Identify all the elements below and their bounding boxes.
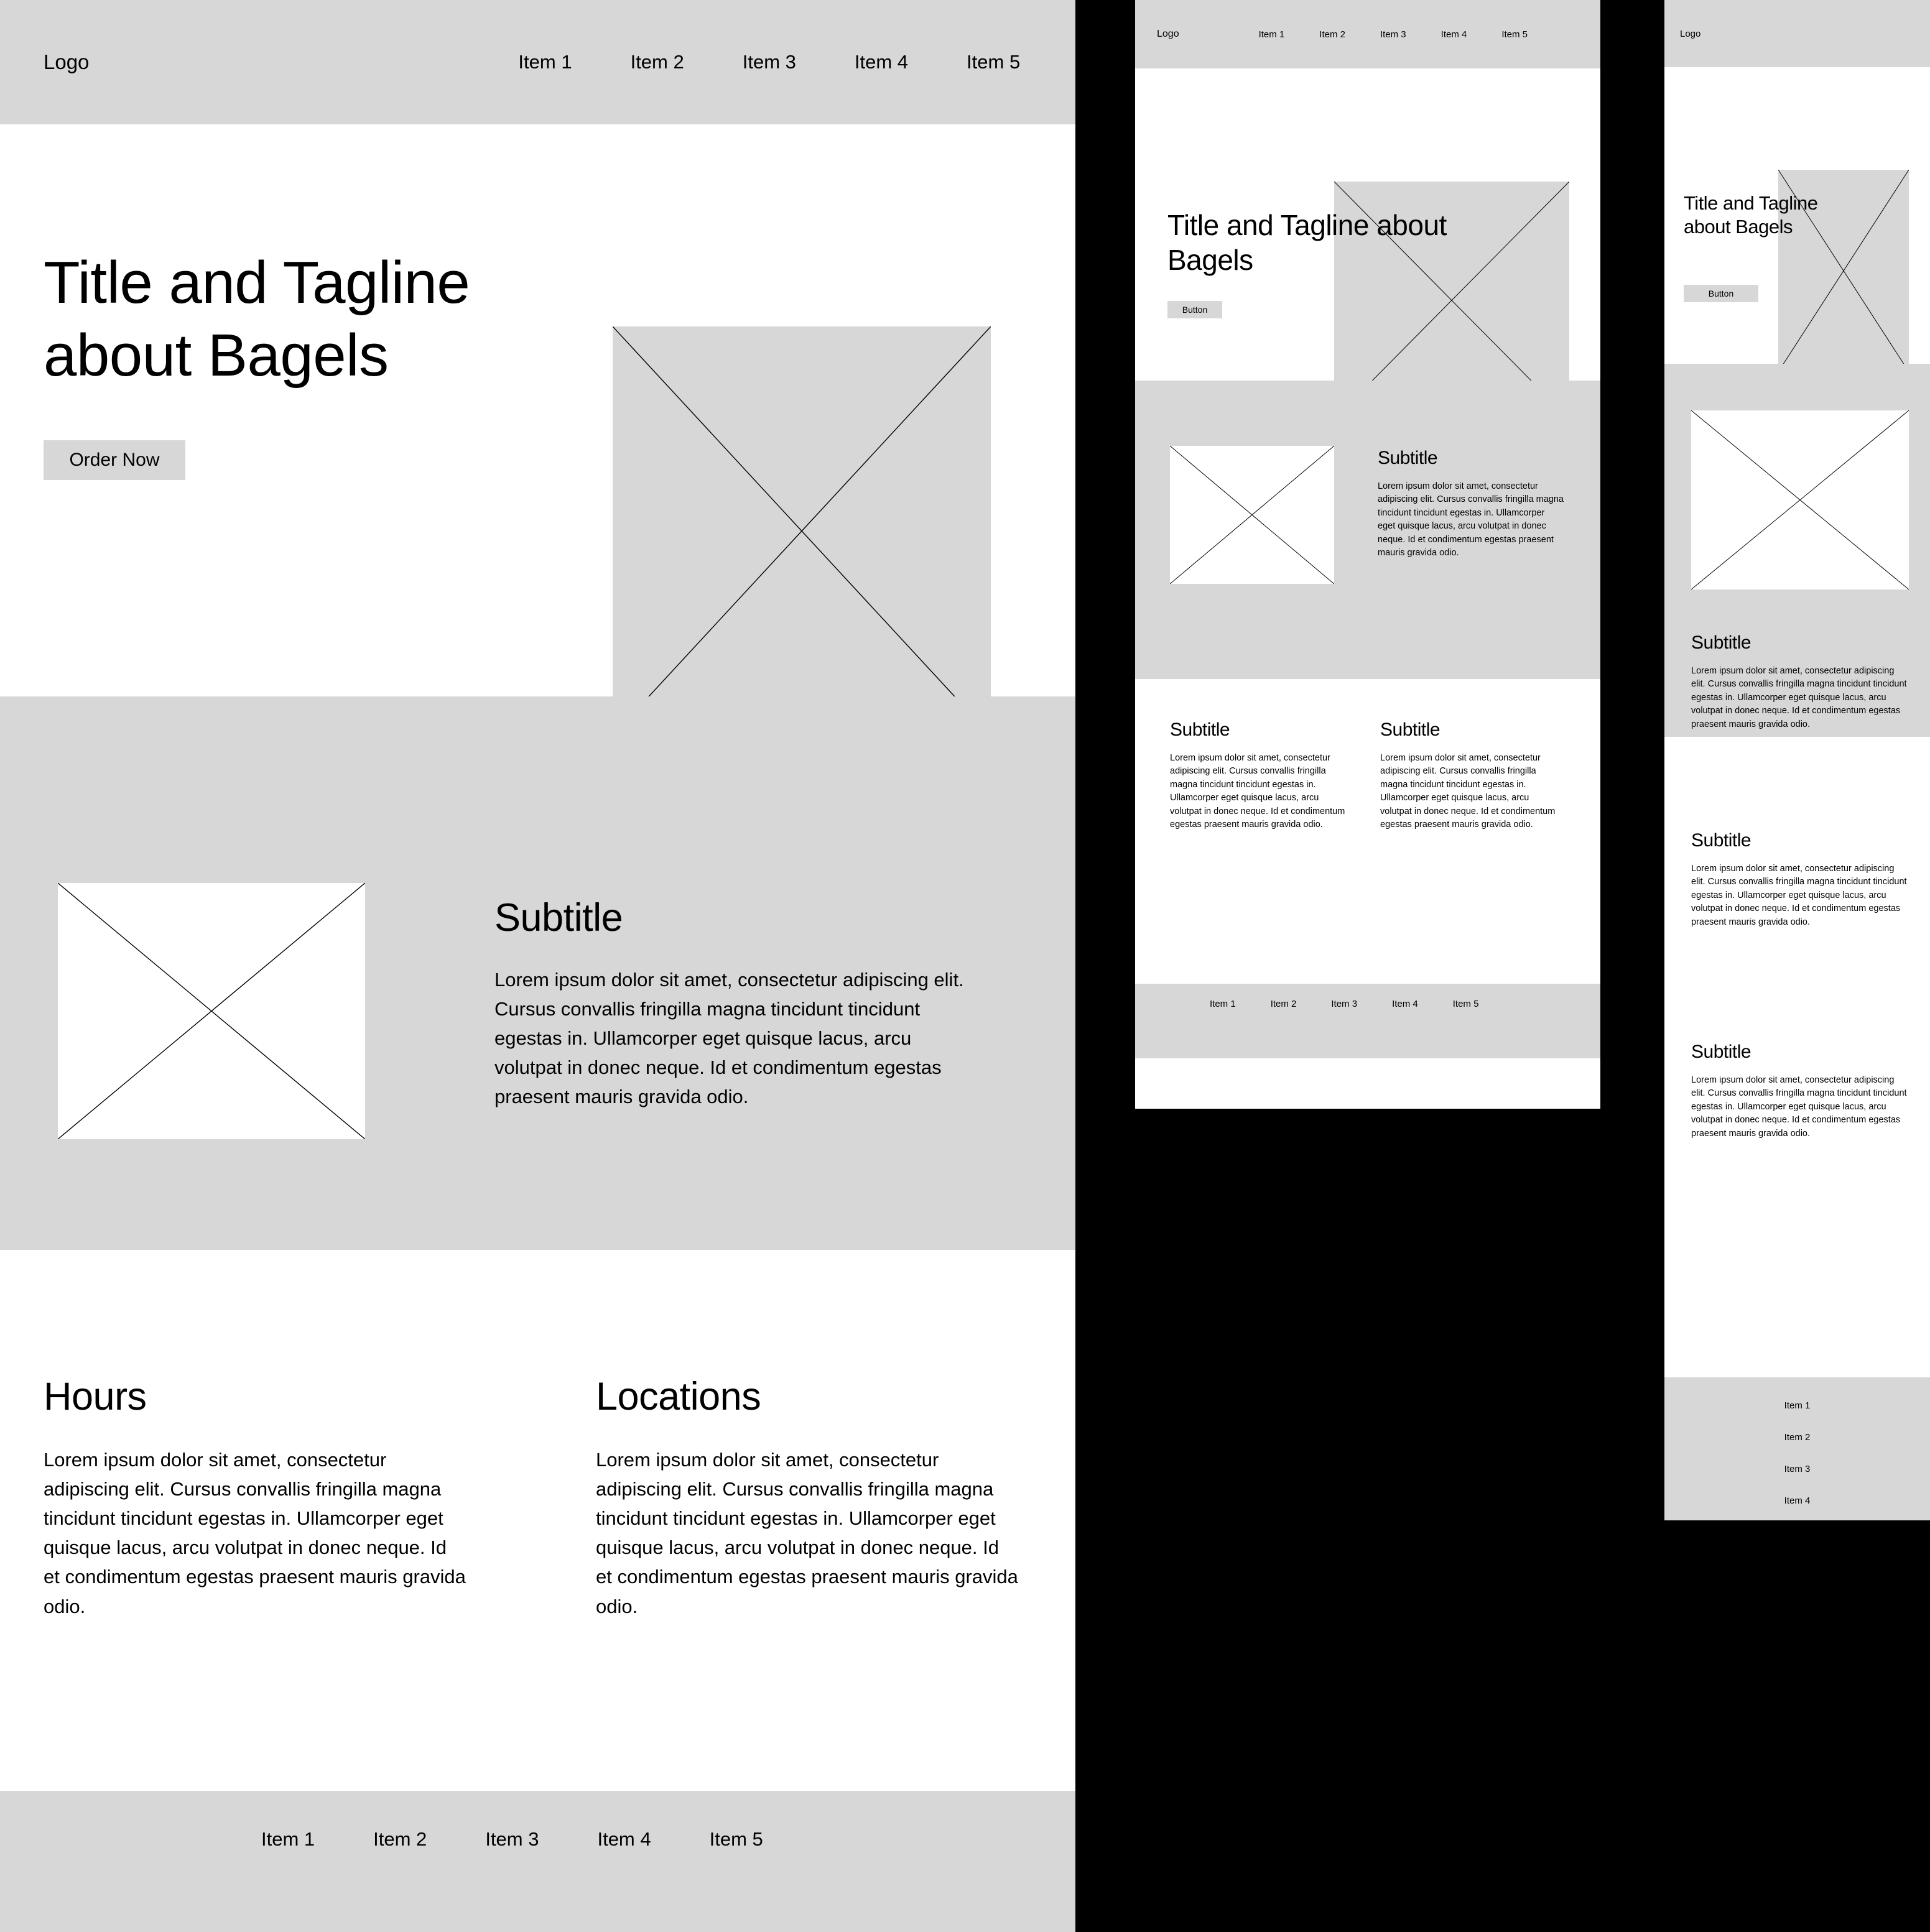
- feature-body: Lorem ipsum dolor sit amet, consectetur …: [494, 969, 964, 1108]
- footer-item-1[interactable]: Item 1: [1210, 999, 1236, 1009]
- feature-image-placeholder: [1691, 410, 1909, 589]
- footer-item-3[interactable]: Item 3: [1331, 999, 1357, 1009]
- nav-item-3[interactable]: Item 3: [743, 51, 796, 73]
- feature-copy: Subtitle Lorem ipsum dolor sit amet, con…: [1691, 632, 1908, 731]
- info-column-1: Subtitle Lorem ipsum dolor sit amet, con…: [1170, 719, 1350, 832]
- desktop-footer: Item 1 Item 2 Item 3 Item 4 Item 5: [0, 1791, 1075, 1932]
- feature-section: Subtitle Lorem ipsum dolor sit amet, con…: [0, 696, 1075, 1250]
- info-columns-section: Subtitle Lorem ipsum dolor sit amet, con…: [1135, 679, 1600, 984]
- primary-nav: Item 1 Item 2 Item 3 Item 4 Item 5: [518, 51, 1020, 73]
- locations-heading: Locations: [596, 1375, 761, 1418]
- footer-item-2[interactable]: Item 2: [373, 1828, 427, 1851]
- feature-body: Lorem ipsum dolor sit amet, consectetur …: [1691, 666, 1907, 729]
- footer-nav: Item 1 Item 2 Item 3 Item 4 Item 5: [261, 1791, 1075, 1932]
- footer-nav: Item 1 Item 2 Item 3 Item 4 Item 5: [1664, 1400, 1930, 1520]
- nav-item-2[interactable]: Item 2: [1319, 29, 1345, 40]
- info-column-1-body: Lorem ipsum dolor sit amet, consectetur …: [1170, 753, 1345, 830]
- info-block-1-body: Lorem ipsum dolor sit amet, consectetur …: [1691, 864, 1907, 927]
- info-block-2-body: Lorem ipsum dolor sit amet, consectetur …: [1691, 1075, 1907, 1139]
- hero-section: Title and Tagline about Bagels Order Now: [0, 124, 1075, 736]
- page-title: Title and Tagline about Bagels: [1684, 192, 1818, 238]
- desktop-header: Logo Item 1 Item 2 Item 3 Item 4 Item 5: [0, 0, 1075, 124]
- feature-heading: Subtitle: [1691, 632, 1751, 653]
- footer-item-4[interactable]: Item 4: [597, 1828, 651, 1851]
- logo[interactable]: Logo: [1157, 29, 1179, 40]
- tablet-footer: Item 1 Item 2 Item 3 Item 4 Item 5: [1135, 984, 1600, 1058]
- info-columns-section: Hours Lorem ipsum dolor sit amet, consec…: [0, 1250, 1075, 1791]
- nav-item-5[interactable]: Item 5: [967, 51, 1020, 73]
- mobile-breakpoint-panel: Logo Title and Tagline about Bagels Butt…: [1664, 0, 1930, 1520]
- footer-item-3[interactable]: Item 3: [485, 1828, 539, 1851]
- nav-item-3[interactable]: Item 3: [1380, 29, 1406, 40]
- feature-body: Lorem ipsum dolor sit amet, consectetur …: [1378, 481, 1564, 558]
- info-block-2-heading: Subtitle: [1691, 1042, 1751, 1062]
- hero-image-placeholder: [613, 326, 991, 736]
- footer-nav: Item 1 Item 2 Item 3 Item 4 Item 5: [1210, 984, 1600, 1058]
- feature-image-placeholder: [1170, 446, 1334, 584]
- tablet-breakpoint-panel: Logo Item 1 Item 2 Item 3 Item 4 Item 5 …: [1135, 0, 1600, 1109]
- info-column-2-heading: Subtitle: [1380, 719, 1441, 740]
- page-title: Title and Tagline about Bagels: [44, 249, 470, 389]
- logo[interactable]: Logo: [1680, 29, 1700, 39]
- wireframe-canvas: Logo Item 1 Item 2 Item 3 Item 4 Item 5 …: [0, 0, 1930, 1932]
- tablet-header: Logo Item 1 Item 2 Item 3 Item 4 Item 5: [1135, 0, 1600, 68]
- info-column-2: Subtitle Lorem ipsum dolor sit amet, con…: [1380, 719, 1561, 832]
- primary-nav: Item 1 Item 2 Item 3 Item 4 Item 5: [1259, 29, 1528, 40]
- locations-column: Locations Lorem ipsum dolor sit amet, co…: [596, 1374, 1019, 1621]
- nav-item-5[interactable]: Item 5: [1501, 29, 1528, 40]
- info-block-1: Subtitle Lorem ipsum dolor sit amet, con…: [1691, 830, 1908, 929]
- hero-section: Title and Tagline about Bagels Button: [1135, 68, 1600, 419]
- hero-section: Title and Tagline about Bagels Button: [1664, 67, 1930, 372]
- hero-cta-button[interactable]: Button: [1167, 301, 1222, 318]
- footer-item-2[interactable]: Item 2: [1784, 1432, 1811, 1443]
- hero-cta-button[interactable]: Button: [1684, 285, 1758, 302]
- feature-image-placeholder: [58, 883, 365, 1139]
- mobile-footer: Item 1 Item 2 Item 3 Item 4 Item 5: [1664, 1377, 1930, 1520]
- info-block-2: Subtitle Lorem ipsum dolor sit amet, con…: [1691, 1042, 1908, 1140]
- footer-item-5[interactable]: Item 5: [710, 1828, 763, 1851]
- info-column-2-body: Lorem ipsum dolor sit amet, consectetur …: [1380, 753, 1556, 830]
- page-title: Title and Tagline about Bagels: [1167, 209, 1447, 277]
- hours-column: Hours Lorem ipsum dolor sit amet, consec…: [44, 1374, 466, 1621]
- nav-item-4[interactable]: Item 4: [855, 51, 908, 73]
- feature-copy: Subtitle Lorem ipsum dolor sit amet, con…: [1378, 448, 1564, 560]
- feature-section: Subtitle Lorem ipsum dolor sit amet, con…: [1135, 381, 1600, 679]
- nav-item-1[interactable]: Item 1: [518, 51, 572, 73]
- locations-body: Lorem ipsum dolor sit amet, consectetur …: [596, 1449, 1018, 1617]
- hours-body: Lorem ipsum dolor sit amet, consectetur …: [44, 1449, 466, 1617]
- info-stack-section: Subtitle Lorem ipsum dolor sit amet, con…: [1664, 737, 1930, 1377]
- mobile-header: Logo: [1664, 0, 1930, 67]
- footer-item-1[interactable]: Item 1: [261, 1828, 315, 1851]
- feature-copy: Subtitle Lorem ipsum dolor sit amet, con…: [494, 895, 967, 1112]
- footer-item-1[interactable]: Item 1: [1784, 1400, 1811, 1411]
- feature-heading: Subtitle: [1378, 448, 1438, 468]
- nav-item-2[interactable]: Item 2: [631, 51, 684, 73]
- footer-item-4[interactable]: Item 4: [1784, 1495, 1811, 1506]
- order-now-button[interactable]: Order Now: [44, 440, 185, 480]
- desktop-breakpoint-panel: Logo Item 1 Item 2 Item 3 Item 4 Item 5 …: [0, 0, 1075, 1932]
- info-column-1-heading: Subtitle: [1170, 719, 1230, 740]
- feature-heading: Subtitle: [494, 896, 623, 940]
- footer-item-5[interactable]: Item 5: [1453, 999, 1479, 1009]
- logo[interactable]: Logo: [44, 50, 89, 74]
- footer-item-3[interactable]: Item 3: [1784, 1464, 1811, 1474]
- nav-item-4[interactable]: Item 4: [1441, 29, 1467, 40]
- info-block-1-heading: Subtitle: [1691, 830, 1751, 851]
- feature-section: Subtitle Lorem ipsum dolor sit amet, con…: [1664, 364, 1930, 737]
- footer-item-4[interactable]: Item 4: [1392, 999, 1418, 1009]
- nav-item-1[interactable]: Item 1: [1259, 29, 1285, 40]
- hours-heading: Hours: [44, 1375, 147, 1418]
- footer-item-2[interactable]: Item 2: [1271, 999, 1297, 1009]
